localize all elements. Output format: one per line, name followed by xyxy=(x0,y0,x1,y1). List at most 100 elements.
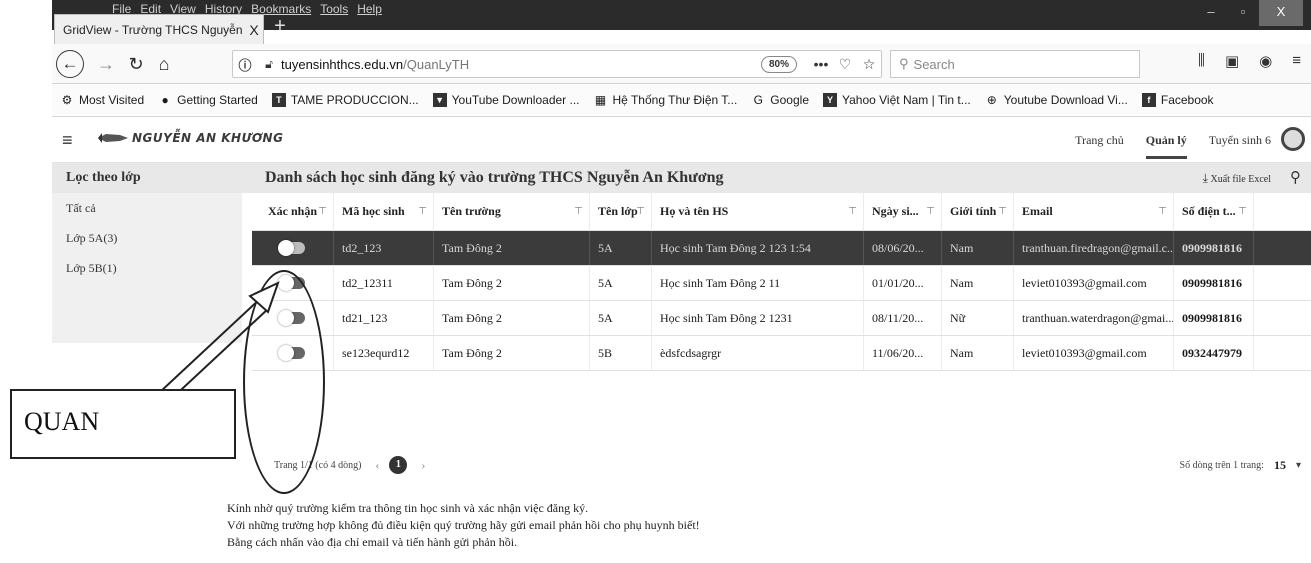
tab-close-button[interactable]: X xyxy=(245,22,263,38)
avatar[interactable] xyxy=(1281,127,1305,151)
home-button[interactable]: ⌂ xyxy=(150,50,178,78)
page-actions-icon[interactable]: ••• xyxy=(809,56,833,72)
pager-page-1[interactable]: 1 xyxy=(389,456,408,474)
cell-gioi: Nam xyxy=(942,266,1014,300)
cell-sdt: 0909981816 xyxy=(1174,266,1254,300)
filter-icon[interactable]: ⊤ xyxy=(848,206,857,217)
table-row[interactable]: td21_123 Tam Đông 2 5A Học sinh Tam Đông… xyxy=(252,301,1311,336)
col-header-xac-nhan[interactable]: Xác nhận ⊤ xyxy=(252,193,334,230)
cell-lop: 5A xyxy=(590,231,652,265)
browser-tab[interactable]: GridView - Trường THCS Nguyễn A X xyxy=(54,14,264,44)
filter-icon[interactable]: ⊤ xyxy=(574,206,583,217)
filter-5b[interactable]: Lớp 5B(1) xyxy=(52,253,242,283)
filter-all[interactable]: Tất cả xyxy=(52,193,242,223)
pager-next-button[interactable]: › xyxy=(421,458,425,473)
nav-trang-chu[interactable]: Trang chủ xyxy=(1075,133,1124,148)
library-icon[interactable]: ⫼ xyxy=(1198,52,1205,70)
bookmark-mail-system[interactable]: ▦ Hệ Thống Thư Điện T... xyxy=(594,93,737,107)
search-icon: ⚲ xyxy=(899,56,909,71)
table-row[interactable]: td2_123 Tam Đông 2 5A Học sinh Tam Đông … xyxy=(252,231,1311,266)
col-header-so-dien-thoai[interactable]: Số điện t... ⊤ xyxy=(1174,193,1254,230)
yahoo-icon: Y xyxy=(823,93,837,107)
minimize-button[interactable]: – xyxy=(1195,0,1227,26)
cell-sdt: 0909981816 xyxy=(1174,301,1254,335)
table-row[interactable]: se123equrd12 Tam Đông 2 5B èdsfcdsagrgr … xyxy=(252,336,1311,371)
col-label: Tên trường xyxy=(442,204,501,218)
filter-icon[interactable]: ⊤ xyxy=(318,206,327,217)
cell-ma: td2_123 xyxy=(334,231,434,265)
filter-icon[interactable]: ⊤ xyxy=(998,206,1007,217)
page-size-value: 15 xyxy=(1273,457,1286,472)
export-excel-button[interactable]: ⤓ Xuất file Excel xyxy=(1203,163,1271,195)
cell-email-link[interactable]: tranthuan.waterdragon@gmai... xyxy=(1014,301,1174,335)
bookmark-label: YouTube Downloader ... xyxy=(451,93,580,107)
col-header-ho-ten[interactable]: Họ và tên HS ⊤ xyxy=(652,193,864,230)
bookmark-tame[interactable]: T TAME PRODUCCION... xyxy=(271,93,419,107)
bookmark-getting-started[interactable]: ● Getting Started xyxy=(158,93,258,107)
site-menu-icon[interactable]: ≡ xyxy=(62,130,73,151)
pocket-icon[interactable]: ♡ xyxy=(833,56,857,73)
filter-icon[interactable]: ⊤ xyxy=(636,206,645,217)
zoom-level-badge[interactable]: 80% xyxy=(760,55,797,73)
nav-tuyen-sinh-6[interactable]: Tuyển sinh 6 xyxy=(1209,133,1271,148)
home-icon: ⌂ xyxy=(158,53,170,74)
menu-tools[interactable]: Tools xyxy=(320,0,348,18)
site-logo[interactable]: NGUYỄN AN KHƯƠNG xyxy=(98,131,283,145)
filter-icon[interactable]: ⊤ xyxy=(926,206,935,217)
account-icon[interactable]: ◉ xyxy=(1259,52,1272,70)
facebook-icon: f xyxy=(1141,93,1156,107)
class-filter-sidebar: Tất cả Lớp 5A(3) Lớp 5B(1) xyxy=(52,193,242,343)
address-bar[interactable]: ⓘ 🔓︎ tuyensinhthcs.edu.vn/QuanLyTH 80% •… xyxy=(232,50,882,78)
col-header-email[interactable]: Email ⊤ xyxy=(1014,193,1174,230)
bookmark-label: Youtube Download Vi... xyxy=(1003,93,1128,107)
bookmark-youtube-downloader[interactable]: ▼ YouTube Downloader ... xyxy=(432,93,580,107)
nav-quan-ly[interactable]: Quản lý xyxy=(1145,122,1187,159)
cell-email-link[interactable]: leviet010393@gmail.com xyxy=(1014,336,1174,370)
filter-icon[interactable]: ⊤ xyxy=(418,206,427,217)
cell-gioi: Nam xyxy=(942,231,1014,265)
bookmark-yahoo[interactable]: Y Yahoo Việt Nam | Tin t... xyxy=(823,93,971,107)
col-label: Số điện t... xyxy=(1182,204,1236,218)
hamburger-menu-icon[interactable]: ≡ xyxy=(1292,52,1301,70)
col-header-ngay-sinh[interactable]: Ngày si... ⊤ xyxy=(864,193,942,230)
page-size-selector[interactable]: Số dòng trên 1 trang: 15 ▾ xyxy=(1180,448,1301,482)
bookmark-youtube-download-vi[interactable]: ⊕ Youtube Download Vi... xyxy=(985,93,1128,107)
filter-icon[interactable]: ⊤ xyxy=(1158,206,1167,217)
new-tab-button[interactable]: + xyxy=(268,14,292,40)
youtube-downloader-icon: ▼ xyxy=(432,93,447,107)
page-search-icon[interactable]: ⚲ xyxy=(1290,168,1301,186)
annotation-box: QUAN xyxy=(10,389,236,459)
col-header-ma-hoc-sinh[interactable]: Mã học sinh ⊤ xyxy=(334,193,434,230)
globe-icon: ⊕ xyxy=(986,93,997,107)
note-line: Bằng cách nhấn vào địa chỉ email và tiến… xyxy=(227,535,518,549)
bookmark-facebook[interactable]: f Facebook xyxy=(1141,93,1214,107)
maximize-button[interactable]: ▫ xyxy=(1227,0,1259,26)
bookmark-star-icon[interactable]: ☆ xyxy=(857,56,881,73)
reload-button[interactable]: ↻ xyxy=(122,50,150,78)
cell-email-link[interactable]: leviet010393@gmail.com xyxy=(1014,266,1174,300)
pager-prev-button[interactable]: ‹ xyxy=(375,458,379,473)
col-header-ten-truong[interactable]: Tên trường ⊤ xyxy=(434,193,590,230)
confirm-toggle[interactable] xyxy=(277,240,305,256)
forward-button[interactable]: → xyxy=(92,50,120,78)
info-icon[interactable]: ⓘ xyxy=(233,55,257,74)
cell-email-link[interactable]: tranthuan.firedragon@gmail.c... xyxy=(1014,231,1174,265)
window-controls: – ▫ X xyxy=(1195,0,1303,26)
bookmark-most-visited[interactable]: ⚙ Most Visited xyxy=(60,93,145,107)
close-window-button[interactable]: X xyxy=(1259,0,1303,26)
tab-title: GridView - Trường THCS Nguyễn A xyxy=(63,22,245,37)
bookmark-google[interactable]: G Google xyxy=(751,93,809,107)
url-path: /QuanLyTH xyxy=(403,56,470,72)
filter-5a[interactable]: Lớp 5A(3) xyxy=(52,223,242,253)
filter-icon[interactable]: ⊤ xyxy=(1238,206,1247,217)
insecure-lock-icon[interactable]: 🔓︎ xyxy=(257,57,281,72)
menu-help[interactable]: Help xyxy=(357,0,382,18)
url-text[interactable]: tuyensinhthcs.edu.vn/QuanLyTH xyxy=(281,57,761,72)
col-header-ten-lop[interactable]: Tên lớp ⊤ xyxy=(590,193,652,230)
back-button[interactable]: ← xyxy=(56,50,84,78)
cell-truong: Tam Đông 2 xyxy=(434,231,590,265)
table-row[interactable]: td2_12311 Tam Đông 2 5A Học sinh Tam Đôn… xyxy=(252,266,1311,301)
sidebar-icon[interactable]: ▣ xyxy=(1225,52,1239,70)
search-input[interactable]: ⚲ Search xyxy=(890,50,1140,78)
col-header-gioi-tinh[interactable]: Giới tính ⊤ xyxy=(942,193,1014,230)
